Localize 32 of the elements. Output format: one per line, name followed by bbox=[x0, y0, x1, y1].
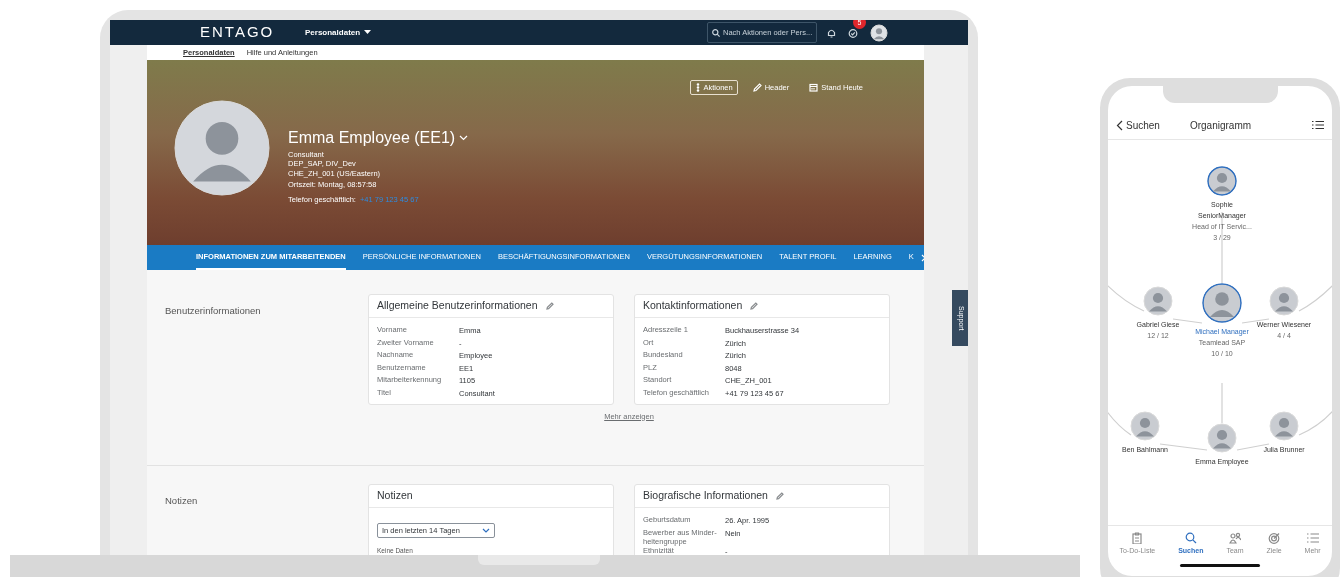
caret-icon bbox=[364, 30, 372, 35]
people-icon bbox=[1228, 532, 1241, 544]
pencil-icon[interactable] bbox=[545, 302, 554, 310]
notification-icon[interactable] bbox=[848, 28, 858, 39]
chevron-left-icon bbox=[1116, 120, 1123, 131]
back-button[interactable]: Suchen bbox=[1116, 118, 1160, 133]
pencil-icon[interactable] bbox=[775, 492, 784, 500]
chevron-down-icon bbox=[482, 528, 490, 533]
screen-title: Organigramm bbox=[1189, 119, 1252, 133]
app-menu[interactable]: Personaldaten bbox=[305, 26, 372, 39]
search-icon bbox=[712, 28, 720, 37]
more-vertical-icon bbox=[694, 83, 701, 93]
card-title: Allgemeine Benutzerinformationen bbox=[377, 298, 538, 314]
search-icon bbox=[1184, 532, 1197, 544]
pencil-icon bbox=[752, 83, 762, 93]
card-title: Notizen bbox=[377, 488, 413, 504]
target-icon bbox=[1268, 532, 1281, 544]
list-icon bbox=[1306, 532, 1319, 544]
section-title: Notizen bbox=[165, 494, 199, 508]
bell-icon[interactable] bbox=[827, 27, 836, 38]
profile-name: Emma Employee (EE1) bbox=[288, 128, 456, 148]
section-title: Benutzerinformationen bbox=[165, 304, 262, 318]
clipboard-icon bbox=[1131, 532, 1144, 544]
chevron-down-icon[interactable] bbox=[459, 135, 469, 141]
pencil-icon[interactable] bbox=[750, 302, 759, 310]
chevron-right-icon[interactable] bbox=[920, 253, 924, 262]
calendar-icon bbox=[809, 83, 819, 93]
list-icon[interactable] bbox=[1312, 120, 1324, 130]
user-avatar bbox=[870, 23, 888, 42]
card-title: Kontaktinformationen bbox=[643, 298, 743, 314]
card-title: Biografische Informationen bbox=[643, 488, 768, 504]
logo-text: ENTAGO bbox=[200, 22, 276, 43]
